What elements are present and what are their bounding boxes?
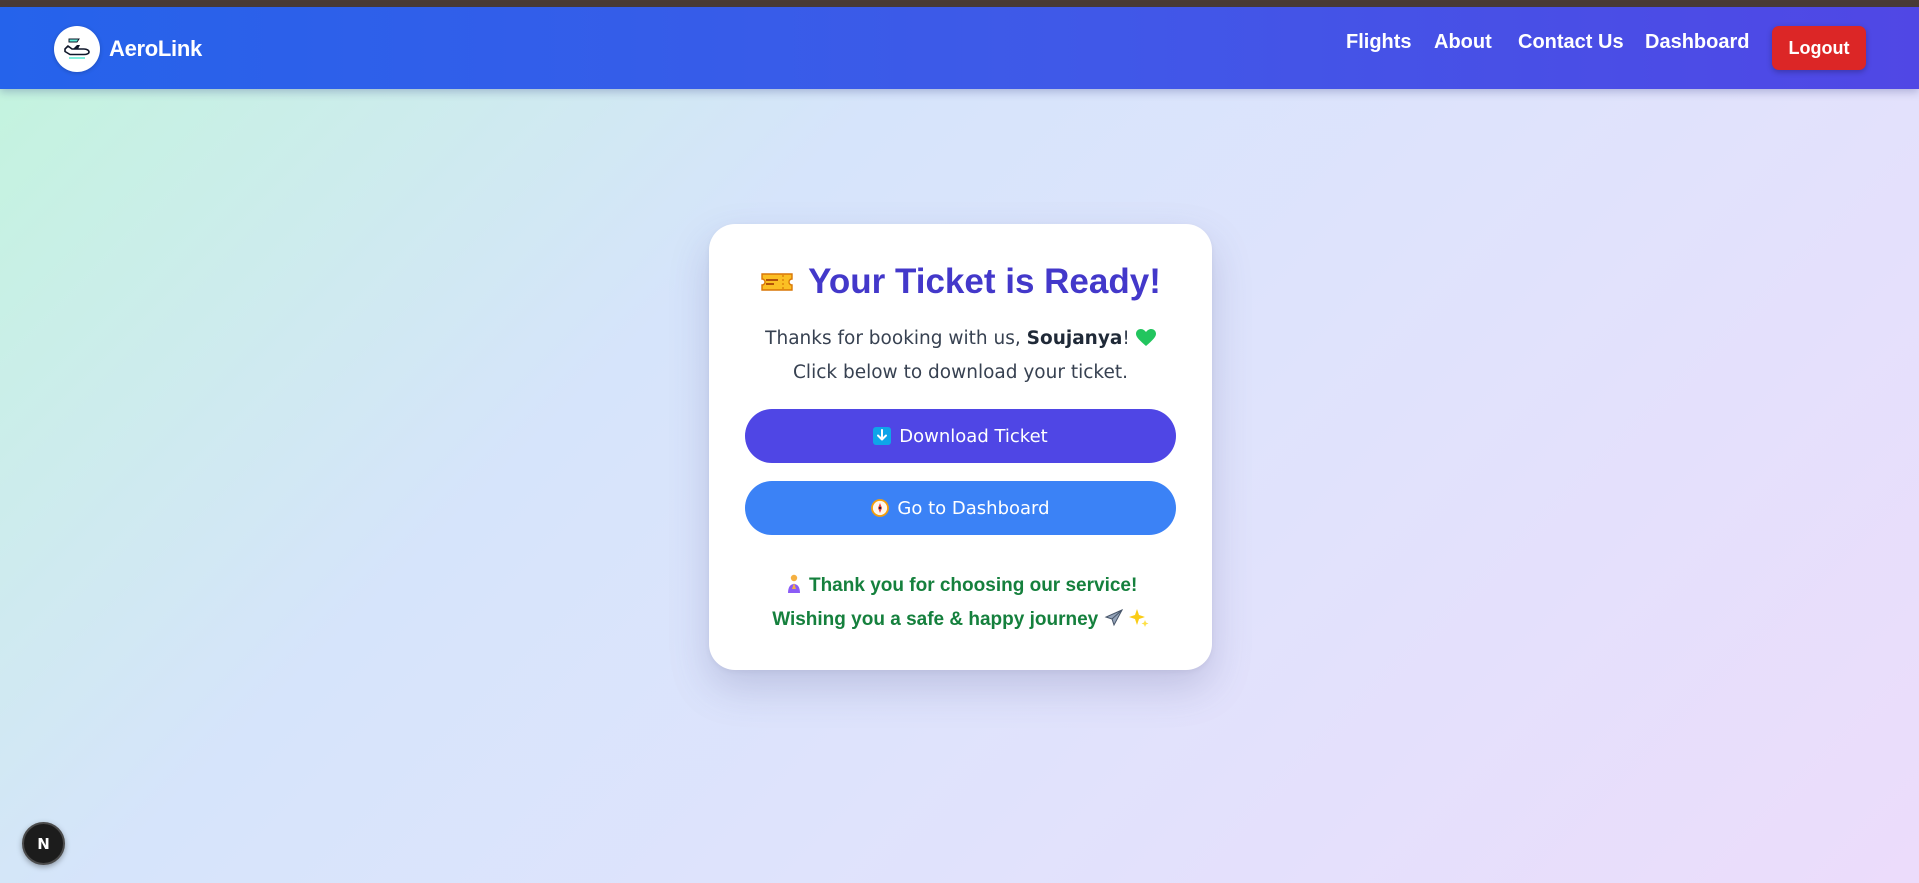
window-top-strip [0,0,1919,7]
title-text: Your Ticket is Ready! [808,262,1161,301]
brand-name: AeroLink [109,36,202,61]
nav-link-dashboard[interactable]: Dashboard [1645,31,1749,54]
thank-you-message: Thank you for choosing our service! Wish… [709,570,1212,638]
greeting-suffix: ! [1122,328,1130,349]
download-instruction: Click below to download your ticket. [793,362,1128,383]
user-name: Soujanya [1026,328,1123,349]
thanks-line-1: Thank you for choosing our service! [808,575,1138,596]
go-to-dashboard-button[interactable]: Go to Dashboard [745,481,1176,535]
down-arrow-icon [873,427,892,445]
nextjs-dev-badge[interactable]: N [22,822,65,865]
ticket-ready-card: Your Ticket is Ready! Thanks for booking… [709,224,1212,670]
brand[interactable]: AeroLink [54,26,202,72]
greeting-prefix: Thanks for booking with us, [765,328,1027,349]
navbar: AeroLink Flights About Contact Us Dashbo… [0,7,1919,89]
thanks-line-2: Wishing you a safe & happy journey [772,609,1099,630]
download-ticket-button[interactable]: Download Ticket [745,409,1176,463]
go-to-dashboard-label: Go to Dashboard [897,497,1050,519]
green-heart-icon [1135,326,1156,357]
airplane-icon [1104,607,1124,638]
logout-button[interactable]: Logout [1772,26,1866,70]
nav-link-about[interactable]: About [1434,31,1492,54]
booking-message: Thanks for booking with us, Soujanya! Cl… [709,323,1212,388]
folded-hands-icon [784,573,804,604]
sparkles-icon [1128,607,1149,638]
nav-link-flights[interactable]: Flights [1346,31,1412,54]
nav-link-contact-us[interactable]: Contact Us [1518,31,1624,54]
page-title: Your Ticket is Ready! [709,262,1212,302]
compass-icon [871,499,890,517]
ticket-icon [760,271,794,293]
download-ticket-label: Download Ticket [899,425,1048,447]
airplane-logo-icon [54,26,100,72]
